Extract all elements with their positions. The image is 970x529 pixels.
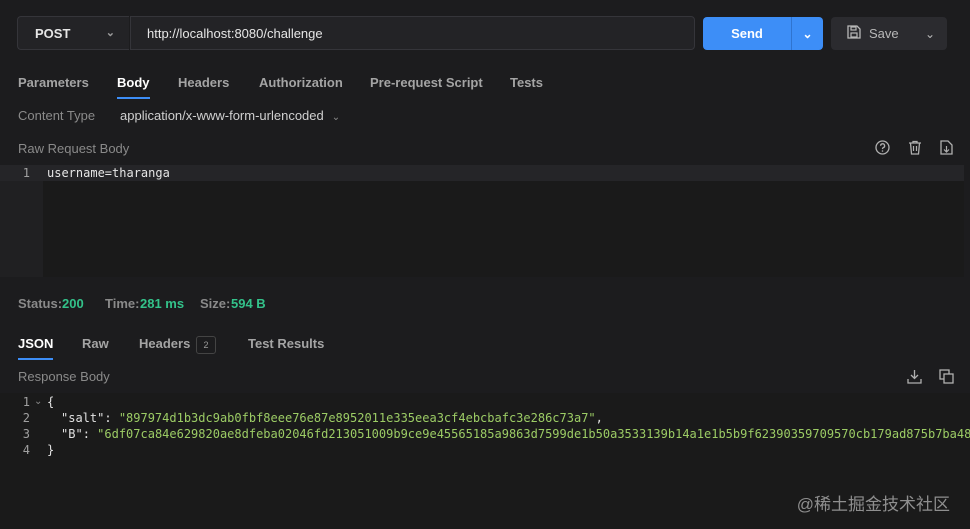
request-body-editor[interactable] bbox=[0, 165, 964, 277]
line-number: 1 bbox=[22, 395, 30, 409]
request-editor-gutter bbox=[0, 165, 43, 277]
tab-raw[interactable]: Raw bbox=[82, 336, 109, 351]
tab-json[interactable]: JSON bbox=[18, 336, 54, 360]
trash-icon[interactable] bbox=[908, 140, 922, 158]
size-label: Size: bbox=[200, 296, 231, 311]
method-label: POST bbox=[35, 25, 71, 41]
content-type-value: application/x-www-form-urlencoded bbox=[120, 108, 324, 123]
request-body-line[interactable]: username=tharanga bbox=[47, 166, 170, 180]
json-open-brace: { bbox=[47, 395, 55, 409]
fold-chevron-icon[interactable]: ⌄ bbox=[34, 396, 42, 407]
save-label: Save bbox=[869, 26, 899, 41]
tab-pre-request-script[interactable]: Pre-request Script bbox=[370, 75, 483, 90]
json-close-brace: } bbox=[47, 443, 55, 457]
tab-headers[interactable]: Headers bbox=[178, 75, 229, 90]
copy-icon[interactable] bbox=[939, 369, 954, 387]
download-icon[interactable] bbox=[907, 369, 922, 387]
status-label: Status: bbox=[18, 296, 63, 311]
time-label: Time: bbox=[105, 296, 140, 311]
line-number: 2 bbox=[22, 411, 30, 425]
response-body-label: Response Body bbox=[18, 369, 110, 384]
raw-request-body-label: Raw Request Body bbox=[18, 141, 130, 156]
content-type-select[interactable]: application/x-www-form-urlencoded ⌄ bbox=[120, 108, 340, 123]
tab-body[interactable]: Body bbox=[117, 75, 150, 99]
save-options-chevron-icon[interactable]: ⌄ bbox=[925, 27, 935, 41]
json-b-line: "B": "6df07ca84e629820ae8dfeba02046fd213… bbox=[61, 427, 970, 441]
json-string: "897974d1b3dc9ab0fbf8eee76e87e8952011e33… bbox=[118, 411, 596, 425]
send-button[interactable]: Send ⌄ bbox=[703, 17, 823, 50]
chevron-down-icon: ⌄ bbox=[331, 112, 341, 123]
json-string: "6df07ca84e629820ae8dfeba02046fd21305100… bbox=[97, 427, 970, 441]
help-icon[interactable] bbox=[875, 140, 890, 158]
time-value: 281 ms bbox=[140, 296, 185, 311]
json-key: "salt" bbox=[61, 411, 105, 425]
line-number: 1 bbox=[22, 166, 30, 180]
import-icon[interactable] bbox=[940, 140, 953, 158]
save-icon bbox=[847, 25, 861, 42]
line-number: 3 bbox=[22, 427, 30, 441]
json-key: "B" bbox=[61, 427, 83, 441]
send-options-chevron-icon[interactable]: ⌄ bbox=[792, 27, 823, 41]
tab-test-results[interactable]: Test Results bbox=[248, 336, 324, 351]
size-value: 594 B bbox=[231, 296, 266, 311]
line-number: 4 bbox=[22, 443, 30, 457]
send-label: Send bbox=[731, 26, 763, 41]
url-input[interactable]: http://localhost:8080/challenge bbox=[130, 16, 695, 50]
method-select[interactable]: POST ⌄ bbox=[17, 16, 129, 50]
watermark: @稀土掘金技术社区 bbox=[796, 495, 950, 514]
json-salt-line: "salt": "897974d1b3dc9ab0fbf8eee76e87e89… bbox=[61, 411, 603, 425]
tab-tests[interactable]: Tests bbox=[510, 75, 543, 90]
headers-count-badge: 2 bbox=[196, 336, 216, 354]
chevron-down-icon: ⌄ bbox=[105, 27, 115, 39]
tab-parameters[interactable]: Parameters bbox=[18, 75, 89, 90]
tab-authorization[interactable]: Authorization bbox=[259, 75, 343, 90]
tab-response-headers[interactable]: Headers bbox=[139, 336, 190, 351]
url-text: http://localhost:8080/challenge bbox=[147, 25, 323, 41]
save-button[interactable]: Save ⌄ bbox=[831, 17, 947, 50]
status-value: 200 bbox=[62, 296, 84, 311]
content-type-label: Content Type bbox=[18, 108, 96, 123]
